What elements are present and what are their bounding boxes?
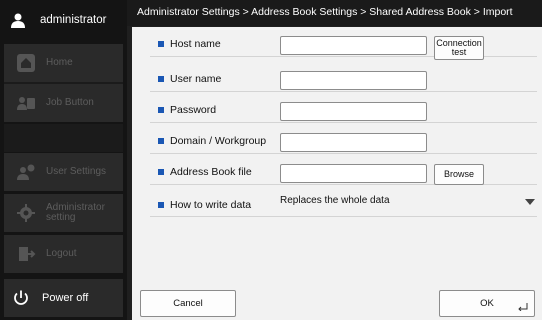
cancel-label: Cancel: [173, 298, 203, 309]
sidebar-item-administrator-setting[interactable]: Administrator setting: [4, 194, 123, 232]
bullet-icon: [158, 107, 164, 113]
password-input[interactable]: [280, 102, 427, 121]
connection-test-button[interactable]: Connection test: [434, 36, 484, 60]
domain-row: Domain / Workgroup: [150, 124, 537, 154]
sidebar-item-label: Logout: [46, 248, 77, 259]
job-button-icon: [17, 97, 35, 110]
host-name-row: Host name Connection test: [150, 27, 537, 60]
bullet-icon: [158, 41, 164, 47]
ok-button[interactable]: OK: [439, 290, 535, 317]
write-mode-label: How to write data: [170, 199, 252, 211]
sidebar-item-home[interactable]: Home: [4, 44, 123, 82]
power-off-button[interactable]: Power off: [4, 279, 123, 317]
user-name-input[interactable]: [280, 71, 427, 90]
sidebar-item-user-settings[interactable]: User Settings: [4, 153, 123, 191]
sidebar-item-label: User Settings: [46, 166, 107, 177]
divider: [4, 124, 123, 152]
power-off-label: Power off: [42, 292, 89, 304]
user-name-row: User name: [150, 62, 537, 92]
user-bar: administrator: [0, 0, 127, 40]
breadcrumb: Administrator Settings > Address Book Se…: [127, 0, 542, 26]
password-label: Password: [170, 104, 217, 116]
power-icon: [14, 290, 28, 305]
ok-label: OK: [480, 298, 494, 309]
bullet-icon: [158, 202, 164, 208]
user-name: administrator: [40, 14, 107, 26]
enter-icon: [518, 303, 528, 311]
user-settings-icon: [17, 164, 35, 180]
write-mode-row: How to write data Replaces the whole dat…: [150, 188, 537, 217]
gear-icon: [17, 204, 35, 222]
browse-button[interactable]: Browse: [434, 164, 484, 185]
sidebar-item-job-button[interactable]: Job Button: [4, 84, 123, 122]
sidebar-item-label: Home: [46, 57, 73, 68]
user-icon: [11, 13, 25, 28]
write-mode-select[interactable]: Replaces the whole data: [276, 192, 537, 212]
host-name-input[interactable]: [280, 36, 427, 55]
address-book-file-input[interactable]: [280, 164, 427, 183]
logout-icon: [19, 247, 36, 261]
bullet-icon: [158, 76, 164, 82]
cancel-button[interactable]: Cancel: [140, 290, 236, 317]
sidebar-item-label: Administrator setting: [46, 202, 105, 223]
password-row: Password: [150, 93, 537, 123]
address-book-file-row: Address Book file Browse: [150, 155, 537, 185]
domain-input[interactable]: [280, 133, 427, 152]
address-book-file-label: Address Book file: [170, 166, 252, 178]
host-name-label: Host name: [170, 38, 221, 50]
import-form-panel: Host name Connection test User name Pass…: [132, 27, 542, 320]
write-mode-value: Replaces the whole data: [280, 195, 390, 206]
sidebar-item-label: Job Button: [46, 97, 94, 108]
user-name-label: User name: [170, 73, 222, 85]
chevron-down-icon: [525, 199, 535, 205]
sidebar-item-logout[interactable]: Logout: [4, 235, 123, 273]
bullet-icon: [158, 138, 164, 144]
bullet-icon: [158, 169, 164, 175]
domain-label: Domain / Workgroup: [170, 135, 267, 147]
home-icon: [17, 54, 35, 72]
